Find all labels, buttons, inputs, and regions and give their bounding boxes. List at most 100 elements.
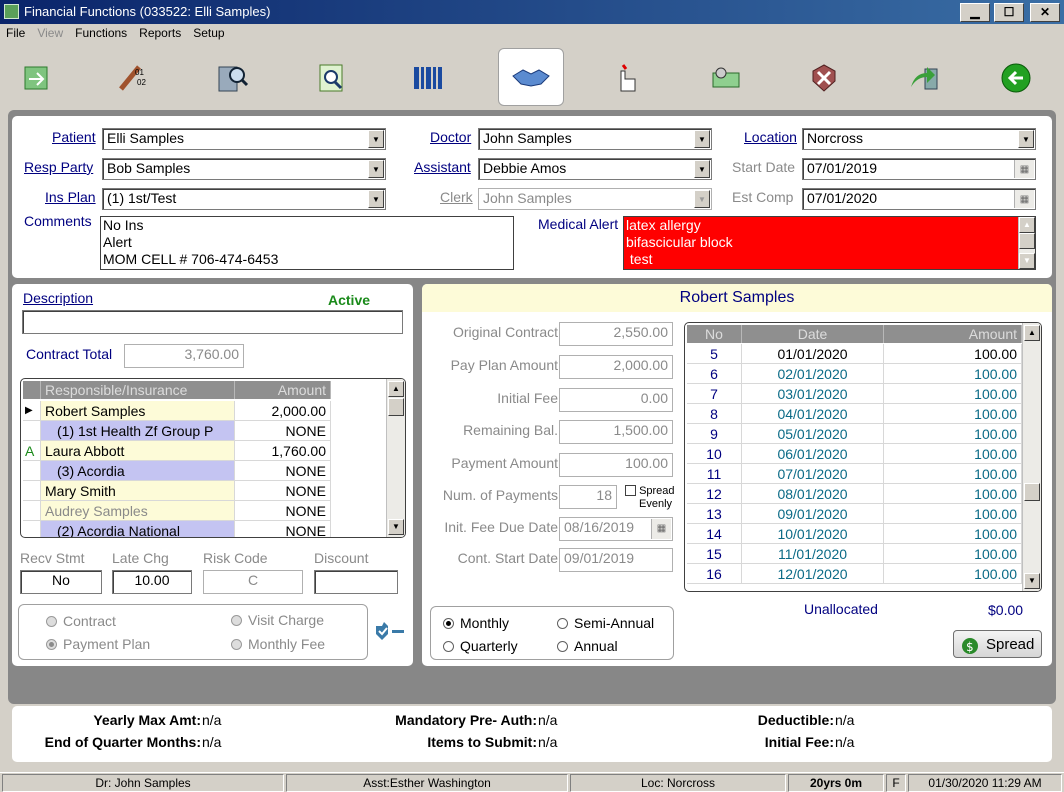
scroll-up-icon[interactable]: ▲ [388,381,404,397]
resp-party-dropdown[interactable]: Bob Samples ▼ [102,158,386,180]
chevron-down-icon[interactable]: ▼ [1018,130,1034,148]
check-list-button[interactable] [372,620,406,645]
table-row[interactable]: Audrey Samples NONE [23,501,335,521]
ins-plan-dropdown[interactable]: (1) 1st/Test ▼ [102,188,386,210]
back-button[interactable] [984,50,1048,106]
radio-quarterly[interactable]: Quarterly [443,638,518,654]
status-badge: Active [328,292,371,308]
medical-alert-box[interactable]: latex allergy bifascicular block test ▲ … [623,216,1036,270]
calendar-icon[interactable]: ▦ [1014,190,1034,208]
risk-code-input[interactable]: C [203,570,303,594]
radio-monthly[interactable]: Monthly [443,615,509,631]
table-row[interactable]: ▶ Robert Samples 2,000.00 [23,401,335,421]
doctor-dropdown[interactable]: John Samples ▼ [478,128,712,150]
start-date-input[interactable]: 07/01/2019 ▦ [802,158,1036,180]
menu-functions[interactable]: Functions [69,24,133,40]
est-comp-input[interactable]: 07/01/2020 ▦ [802,188,1036,210]
scroll-down-icon[interactable]: ▼ [388,519,404,535]
spread-evenly-checkbox[interactable]: Spread Evenly [625,485,675,511]
schedule-row[interactable]: 11 07/01/2020 100.00 [687,464,1023,484]
calendar-icon[interactable]: ▦ [1014,160,1034,178]
comments-textarea[interactable]: No Ins Alert MOM CELL # 706-474-6453 [100,216,514,270]
table-row[interactable]: (2) Acordia National NONE [23,521,335,537]
menu-setup[interactable]: Setup [187,24,230,40]
chevron-down-icon[interactable]: ▼ [694,130,710,148]
chevron-down-icon[interactable]: ▼ [368,130,384,148]
scroll-down-icon[interactable]: ▼ [1024,573,1040,589]
schedule-scrollbar[interactable]: ▲ ▼ [1022,323,1041,591]
money-gear-button[interactable] [694,50,758,106]
est-comp-label: Est Comp [732,189,794,205]
alert-scrollbar[interactable]: ▲ ▼ [1018,217,1035,269]
recv-stmt-input[interactable]: No [20,570,102,594]
chevron-down-icon[interactable]: ▼ [368,160,384,178]
scroll-thumb[interactable] [388,398,404,416]
table-row[interactable]: Mary Smith NONE [23,481,335,501]
handshake-button[interactable] [498,48,564,106]
calendar-icon[interactable]: ▦ [651,519,671,539]
schedule-row[interactable]: 12 08/01/2020 100.00 [687,484,1023,504]
schedule-row[interactable]: 16 12/01/2020 100.00 [687,564,1023,584]
arrow-forward-button[interactable] [892,50,956,106]
discount-input[interactable] [314,570,398,594]
responsible-name: Robert Samples [679,289,795,306]
close-button[interactable]: ✕ [1030,3,1060,22]
hand-pointer-icon [620,64,636,92]
init-fee-due-input[interactable]: 08/16/2019 ▦ [559,517,673,541]
schedule-row[interactable]: 8 04/01/2020 100.00 [687,404,1023,424]
schedule-row[interactable]: 9 05/01/2020 100.00 [687,424,1023,444]
transfer-button[interactable] [4,50,68,106]
schedule-no: 11 [687,464,742,484]
hand-pointer-button[interactable] [594,50,658,106]
radio-semi-annual[interactable]: Semi-Annual [557,615,654,631]
document-search-button[interactable] [300,50,364,106]
arrow-forward-icon [911,67,938,90]
late-chg-input[interactable]: 10.00 [112,570,192,594]
scroll-up-icon[interactable]: ▲ [1019,217,1035,233]
spread-button[interactable]: $ Spread [953,630,1042,658]
schedule-row[interactable]: 10 06/01/2020 100.00 [687,444,1023,464]
menu-file[interactable]: File [0,24,31,40]
cancel-shield-button[interactable] [792,50,856,106]
maximize-button[interactable]: ☐ [994,3,1024,22]
pre-auth-label: Mandatory Pre- Auth: [395,712,537,728]
chevron-down-icon[interactable]: ▼ [368,190,384,208]
location-dropdown[interactable]: Norcross ▼ [802,128,1036,150]
radio-annual[interactable]: Annual [557,638,618,654]
schedule-row[interactable]: 7 03/01/2020 100.00 [687,384,1023,404]
radio-payment-plan[interactable]: Payment Plan [46,636,150,652]
clerk-label: Clerk [440,189,473,205]
schedule-header-date: Date [742,325,884,343]
calculator-search-button[interactable] [200,50,264,106]
menu-view[interactable]: View [31,24,69,40]
schedule-row[interactable]: 5 01/01/2020 100.00 [687,344,1023,364]
schedule-row[interactable]: 6 02/01/2020 100.00 [687,364,1023,384]
description-input[interactable] [22,310,403,334]
clerk-dropdown[interactable]: John Samples ▼ [478,188,712,210]
status-age: 20yrs 0m [788,774,884,792]
table-row[interactable]: A Laura Abbott 1,760.00 [23,441,335,461]
patient-dropdown[interactable]: Elli Samples ▼ [102,128,386,150]
radio-visit-charge[interactable]: Visit Charge [231,612,324,628]
chevron-down-icon[interactable]: ▼ [694,160,710,178]
grid-scrollbar[interactable]: ▲ ▼ [386,379,405,537]
barcode-button[interactable] [396,50,460,106]
scroll-up-icon[interactable]: ▲ [1024,325,1040,341]
calendar-dates-button[interactable]: 01 02 [100,50,164,106]
schedule-row[interactable]: 13 09/01/2020 100.00 [687,504,1023,524]
scroll-thumb[interactable] [1019,233,1035,249]
original-contract-label: Original Contract [452,324,558,340]
scroll-thumb[interactable] [1024,483,1040,501]
row-name: (3) Acordia [41,461,235,481]
schedule-row[interactable]: 15 11/01/2020 100.00 [687,544,1023,564]
radio-contract[interactable]: Contract [46,613,116,629]
table-row[interactable]: (1) 1st Health Zf Group P NONE [23,421,335,441]
minimize-button[interactable]: ▁ [960,3,990,22]
scroll-down-icon[interactable]: ▼ [1019,253,1035,269]
radio-monthly-fee[interactable]: Monthly Fee [231,636,325,652]
menu-reports[interactable]: Reports [133,24,187,40]
table-row[interactable]: (3) Acordia NONE [23,461,335,481]
assistant-dropdown[interactable]: Debbie Amos ▼ [478,158,712,180]
cont-start-date-input[interactable]: 09/01/2019 [559,548,673,572]
schedule-row[interactable]: 14 10/01/2020 100.00 [687,524,1023,544]
